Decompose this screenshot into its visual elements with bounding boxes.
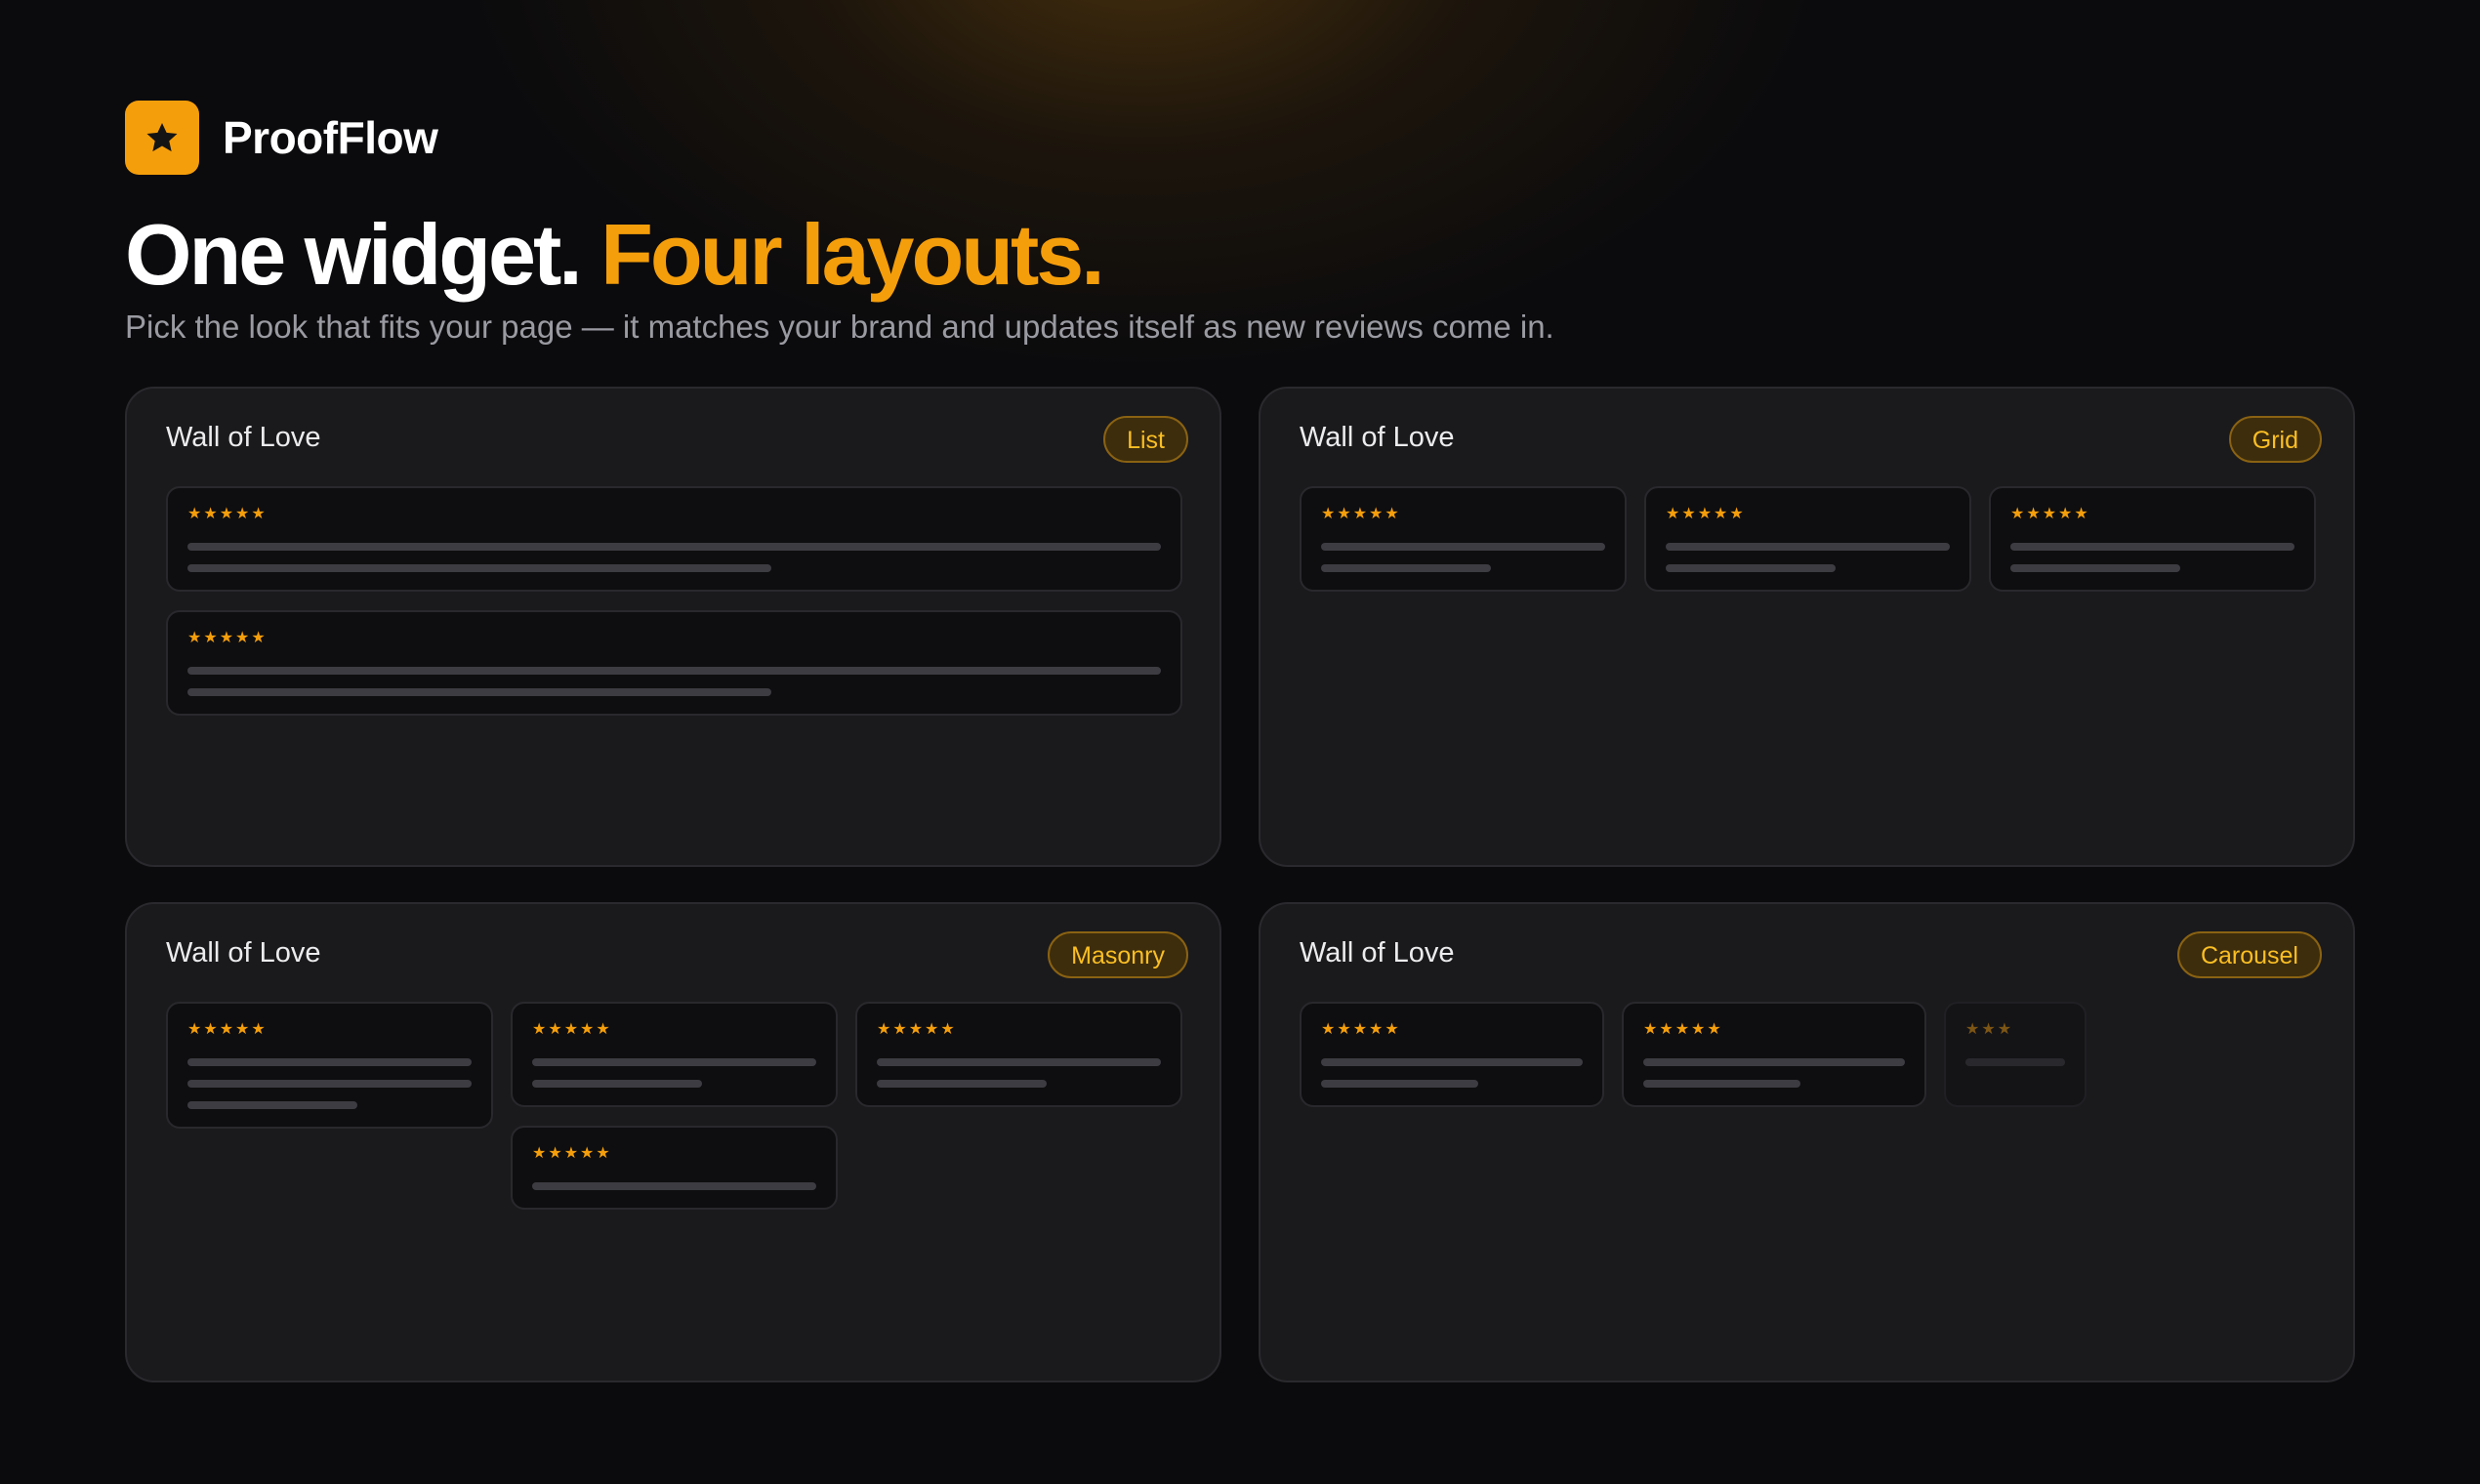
widget-panel-list[interactable]: Wall of Love List ★★★★★ ★★★★★ — [125, 387, 1221, 867]
text-placeholder-line — [1321, 543, 1605, 551]
carousel-slide: ★★★★★ — [1300, 1002, 1604, 1107]
text-placeholder-line — [187, 1058, 472, 1066]
widget-panel-grid[interactable]: Wall of Love Grid ★★★★★ ★★★★★ ★★★★★ — [1259, 387, 2355, 867]
review-card: ★★★★★ — [166, 1002, 493, 1129]
text-placeholder-line — [187, 667, 1161, 675]
rating-stars: ★★★ — [1965, 1021, 2014, 1038]
widget-panel-carousel[interactable]: Wall of Love Carousel ★★★★★ ★★★★★ ★★★ — [1259, 902, 2355, 1382]
carousel-slide: ★★★★★ — [1622, 1002, 1926, 1107]
text-placeholder-line — [532, 1182, 816, 1190]
layout-grid: Wall of Love List ★★★★★ ★★★★★ Wall of Lo… — [125, 387, 2355, 1382]
rating-stars: ★★★★★ — [877, 1021, 957, 1038]
text-placeholder-line — [877, 1080, 1047, 1088]
rating-stars: ★★★★★ — [1321, 1021, 1401, 1038]
text-placeholder-line — [1321, 1080, 1478, 1088]
review-card: ★★★★★ — [166, 610, 1182, 716]
rating-stars: ★★★★★ — [532, 1145, 612, 1162]
text-placeholder-line — [1666, 564, 1836, 572]
review-card: ★★★★★ — [1989, 486, 2316, 592]
rating-stars: ★★★★★ — [187, 506, 268, 522]
review-card: ★★★★★ — [166, 486, 1182, 592]
panel-title: Wall of Love — [166, 937, 321, 969]
text-placeholder-line — [187, 688, 771, 696]
rating-stars: ★★★★★ — [1643, 1021, 1723, 1038]
widget-panel-masonry[interactable]: Wall of Love Masonry ★★★★★ ★★★★★ ★★★★★ ★… — [125, 902, 1221, 1382]
text-placeholder-line — [1965, 1058, 2065, 1066]
headline-main: One widget. — [125, 206, 583, 303]
panel-title: Wall of Love — [1300, 422, 1455, 453]
review-card: ★★★★★ — [855, 1002, 1182, 1107]
text-placeholder-line — [532, 1058, 816, 1066]
page-subtitle: Pick the look that fits your page — it m… — [125, 309, 1554, 345]
rating-stars: ★★★★★ — [187, 1021, 268, 1038]
layout-badge-carousel: Carousel — [2176, 931, 2322, 978]
text-placeholder-line — [1321, 1058, 1583, 1066]
text-placeholder-line — [1321, 564, 1491, 572]
text-placeholder-line — [2010, 543, 2294, 551]
review-card: ★★★★★ — [1644, 486, 1971, 592]
text-placeholder-line — [532, 1080, 702, 1088]
panel-title: Wall of Love — [166, 422, 321, 453]
page-headline: One widget. Four layouts. — [125, 206, 2355, 304]
text-placeholder-line — [187, 543, 1161, 551]
rating-stars: ★★★★★ — [532, 1021, 612, 1038]
rating-stars: ★★★★★ — [187, 630, 268, 646]
layout-badge-grid: Grid — [2228, 416, 2322, 463]
brand-name: ProofFlow — [223, 112, 438, 163]
text-placeholder-line — [1666, 543, 1950, 551]
rating-stars: ★★★★★ — [2010, 506, 2090, 522]
panel-title: Wall of Love — [1300, 937, 1455, 969]
layout-badge-masonry: Masonry — [1048, 931, 1188, 978]
text-placeholder-line — [1643, 1080, 1800, 1088]
carousel-slide-peek: ★★★ — [1944, 1002, 2087, 1107]
star-icon — [146, 122, 178, 152]
rating-stars: ★★★★★ — [1666, 506, 1746, 522]
text-placeholder-line — [187, 564, 771, 572]
brand: ProofFlow — [125, 101, 2355, 175]
rating-stars: ★★★★★ — [1321, 506, 1401, 522]
page: ProofFlow One widget. Four layouts. Pick… — [125, 101, 2355, 1382]
review-card: ★★★★★ — [1300, 486, 1627, 592]
text-placeholder-line — [2010, 564, 2180, 572]
text-placeholder-line — [187, 1080, 472, 1088]
review-card: ★★★★★ — [511, 1002, 838, 1107]
review-card: ★★★★★ — [511, 1126, 838, 1210]
text-placeholder-line — [1643, 1058, 1905, 1066]
text-placeholder-line — [187, 1101, 357, 1109]
text-placeholder-line — [877, 1058, 1161, 1066]
headline-accent: Four layouts. — [600, 206, 1104, 303]
layout-badge-list: List — [1103, 416, 1188, 463]
brand-logo — [125, 101, 199, 175]
